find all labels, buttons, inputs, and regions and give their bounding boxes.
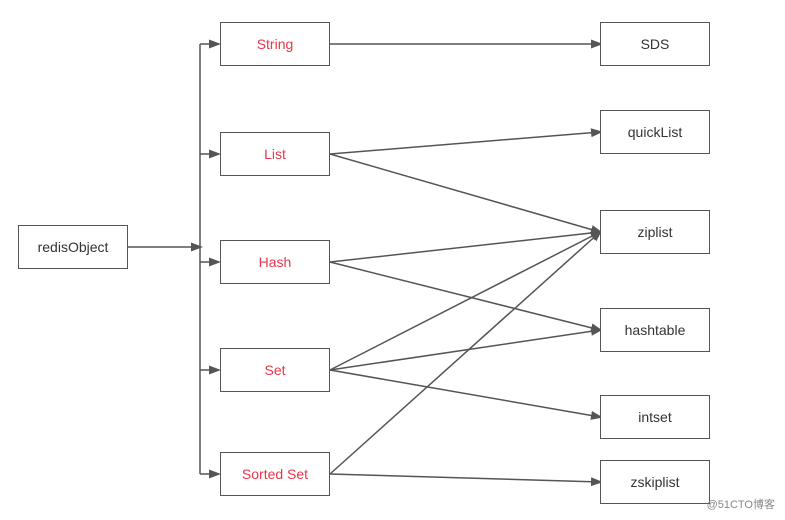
hashtable-node: hashtable bbox=[600, 308, 710, 352]
ziplist-node: ziplist bbox=[600, 210, 710, 254]
hash-label: Hash bbox=[259, 254, 292, 270]
intset-node: intset bbox=[600, 395, 710, 439]
sds-node: SDS bbox=[600, 22, 710, 66]
redis-object-label: redisObject bbox=[38, 239, 109, 255]
sds-label: SDS bbox=[641, 36, 670, 52]
quicklist-node: quickList bbox=[600, 110, 710, 154]
set-label: Set bbox=[264, 362, 285, 378]
hash-node: Hash bbox=[220, 240, 330, 284]
set-node: Set bbox=[220, 348, 330, 392]
sorted-set-node: Sorted Set bbox=[220, 452, 330, 496]
hashtable-label: hashtable bbox=[625, 322, 686, 338]
zskiplist-node: zskiplist bbox=[600, 460, 710, 504]
zskiplist-label: zskiplist bbox=[630, 474, 679, 490]
list-node: List bbox=[220, 132, 330, 176]
list-label: List bbox=[264, 146, 286, 162]
redis-object-node: redisObject bbox=[18, 225, 128, 269]
quicklist-label: quickList bbox=[628, 124, 682, 140]
sorted-set-label: Sorted Set bbox=[242, 466, 308, 482]
watermark: @51CTO博客 bbox=[707, 496, 775, 512]
ziplist-label: ziplist bbox=[637, 224, 672, 240]
string-node: String bbox=[220, 22, 330, 66]
string-label: String bbox=[257, 36, 294, 52]
intset-label: intset bbox=[638, 409, 671, 425]
